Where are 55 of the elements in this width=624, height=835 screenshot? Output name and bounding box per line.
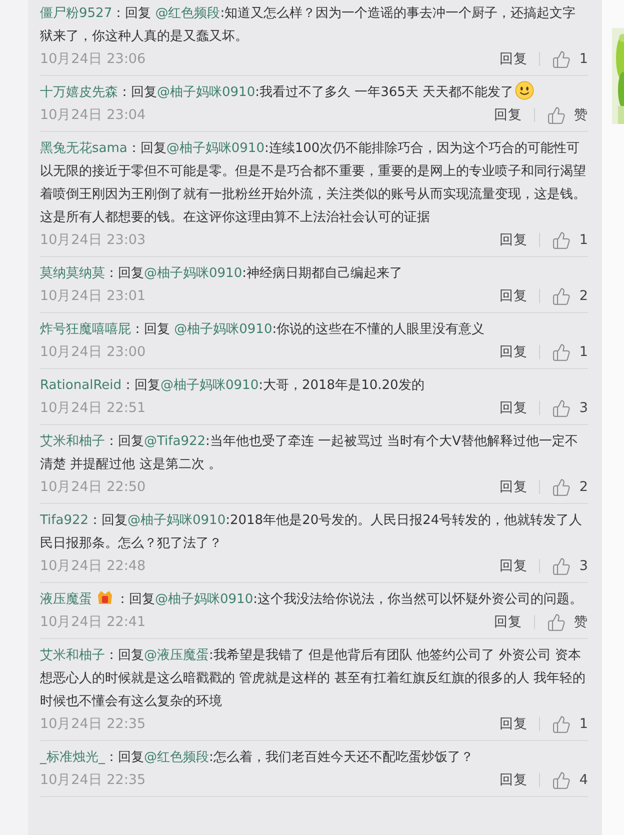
comment-text: Tifa922：回复@柚子妈咪0910:2018年他是20号发的。人民日报24号转发的，他就转发了人民日报那条。怎么？犯了法了？	[40, 512, 584, 553]
reply-link[interactable]: 回复	[499, 771, 528, 789]
thumbs-up-icon	[552, 286, 572, 306]
thumbs-up-icon	[552, 50, 572, 68]
like-button[interactable]: 2	[552, 478, 588, 496]
comment-time: 10月24日 22:51	[40, 399, 147, 417]
like-button[interactable]: 2	[552, 286, 588, 306]
like-button[interactable]: 1	[552, 230, 588, 250]
comment-text: 艾米和柚子：回复@Tifa922:当年他也受了牵连 一起被骂过 当时有个大V替他解释过他一定不清楚 并提醒过他 这是第二次 。	[40, 433, 580, 474]
reply-link[interactable]: 回复	[499, 478, 528, 496]
comment-text: 艾米和柚子：回复@液压魔蛋:我希望是我错了 但是他背后有团队 他签约公司了 外资公司 资本想恶心人的时候就是这么暗戳戳的 管虎就是这样的 甚至有扛着红旗反红旗的很多的人 我年轻的时候也不懂会有这么复杂的环境	[40, 647, 586, 711]
comment-text: _标准烛光_：回复@红色频段:怎么着，我们老百姓今天还不配吃蛋炒饭了？	[40, 749, 474, 767]
reply-link[interactable]: 回复	[494, 106, 522, 124]
thumbs-up-icon	[552, 770, 572, 790]
comment-time: 10月24日 22:35	[40, 771, 147, 789]
thumbs-up-icon	[547, 106, 566, 124]
like-button[interactable]: 3	[552, 398, 588, 418]
comment-time: 10月24日 23:06	[40, 50, 147, 68]
comment-time: 10月24日 23:01	[40, 287, 147, 305]
comment-text: 黑兔无花sama：回复@柚子妈咪0910:连续100次仍不能排除巧合，因为这个巧合的可能性可以无限的接近于零但不可能是零。但是不是巧合都不重要，重要的是网上的专业喷子和同行渴望着喷倒王刚因为王刚倒了就有一批粉丝开始外流，关注类似的账号从而实现流量变现，这是钱。这是所有人都想要的钱。在这评你这理由算不上法治社会认可的证据	[40, 140, 587, 227]
reply-link[interactable]: 回复	[499, 50, 528, 68]
like-button[interactable]: 1	[552, 50, 588, 68]
like-button[interactable]: 赞	[547, 106, 588, 124]
comment-time: 10月24日 22:48	[40, 557, 147, 575]
comment-time: 10月24日 22:50	[40, 478, 147, 496]
comment-text: 炸号狂魔嘻嘻屁：回复 @柚子妈咪0910:你说的这些在不懂的人眼里没有意义	[40, 321, 486, 339]
reply-link[interactable]: 回复	[499, 557, 528, 575]
like-button[interactable]: 3	[552, 556, 588, 576]
thumbs-up-icon	[552, 478, 572, 496]
comment-time: 10月24日 22:41	[40, 613, 147, 631]
thumbs-up-icon	[552, 342, 572, 362]
like-button[interactable]: 1	[552, 714, 588, 734]
thumbs-up-icon	[547, 612, 566, 632]
comment-time: 10月24日 22:35	[40, 715, 147, 733]
comment-time: 10月24日 23:03	[40, 231, 147, 249]
comment-time: 10月24日 23:04	[40, 106, 147, 124]
thumbs-up-icon	[552, 230, 572, 250]
reply-link[interactable]: 回复	[499, 231, 528, 249]
reply-link[interactable]: 回复	[499, 399, 528, 417]
comment-text: 僵尸粉9527：回复 @红色频段:知道又怎么样？因为一个造谣的事去冲一个厨子，还搞起文字狱来了，你这种人真的是又蠢又坏。	[40, 5, 577, 46]
reply-link[interactable]: 回复	[499, 343, 528, 361]
like-button[interactable]: 1	[552, 342, 588, 362]
reply-link[interactable]: 回复	[499, 287, 528, 305]
like-button[interactable]: 4	[552, 770, 588, 790]
thumbs-up-icon	[552, 714, 572, 734]
reply-link[interactable]: 回复	[494, 613, 522, 631]
thumbs-up-icon	[552, 398, 572, 418]
comment-text: RationalReid：回复@柚子妈咪0910:大哥，2018年是10.20发的	[40, 377, 426, 395]
comment-text: 十万嬉皮先森：回复@柚子妈咪0910:我看过不了多久 一年365天 天天都不能发了	[40, 81, 588, 104]
comment-text: 莫纳莫纳莫：回复@柚子妈咪0910:神经病日期都自己编起来了	[40, 265, 404, 283]
reply-link[interactable]: 回复	[499, 715, 528, 733]
like-button[interactable]: 赞	[547, 612, 588, 632]
comment-time: 10月24日 23:00	[40, 343, 147, 361]
comment-text: 液压魔蛋 ：回复@柚子妈咪0910:这个我没法给你说法，你当然可以怀疑外资公司的问题。	[40, 588, 588, 611]
thumbs-up-icon	[552, 556, 572, 576]
